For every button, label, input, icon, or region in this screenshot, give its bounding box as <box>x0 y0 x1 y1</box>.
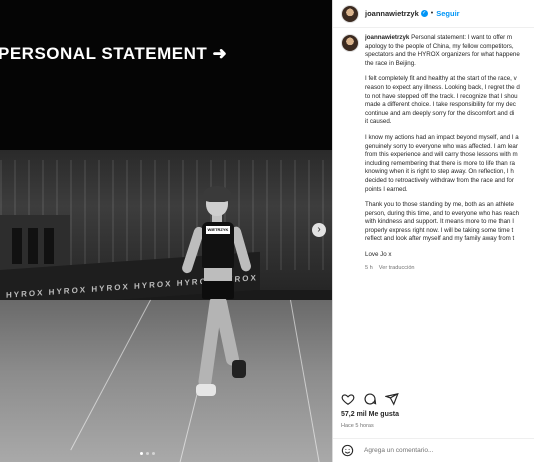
runner-figure: WIETRZYK <box>178 186 258 418</box>
comment-icon[interactable] <box>363 392 377 406</box>
verified-badge-icon: ✓ <box>420 10 428 17</box>
caption-paragraph: joannawietrzyk Personal statement: I wan… <box>365 34 534 68</box>
heart-icon[interactable] <box>341 392 355 406</box>
arena-ceiling <box>0 0 332 175</box>
carousel-dot <box>140 452 143 455</box>
caption-meta: 5 h Ver traducción <box>365 264 534 273</box>
caption-line: points I earned. <box>365 186 534 195</box>
caption-text-line: properly express right now. I will be ta… <box>365 226 514 234</box>
caption-text-line: Love Jo x <box>365 251 392 259</box>
caption-line: knowing when it is right to step away. O… <box>365 168 534 177</box>
caption-time[interactable]: 5 h <box>365 265 373 271</box>
post-actions <box>341 392 399 406</box>
caption-line: Love Jo x <box>365 251 534 260</box>
carousel-dot <box>146 452 149 455</box>
arena-door <box>12 228 22 264</box>
caption-text-line: spectators and the HYROX organizers for … <box>365 51 520 59</box>
caption-line: decided to retroactively withdraw from t… <box>365 177 534 186</box>
caption-text-line: I know my actions had an impact beyond m… <box>365 133 519 141</box>
caption-text: joannawietrzyk Personal statement: I wan… <box>365 34 534 272</box>
caption-line: properly express right now. I will be ta… <box>365 227 534 236</box>
caption-text-line: from this experience and will carry thos… <box>365 151 518 159</box>
chevron-right-icon: › <box>317 224 321 235</box>
share-icon[interactable] <box>385 392 399 406</box>
username-link[interactable]: joannawietrzyk <box>365 9 419 18</box>
caption-paragraph: I know my actions had an impact beyond m… <box>365 134 534 194</box>
track-surface <box>0 300 332 462</box>
caption-line: made a different choice. I take responsi… <box>365 101 534 110</box>
caption-paragraph: Love Jo x <box>365 251 534 260</box>
arena-door <box>28 228 38 264</box>
separator: • <box>430 10 434 17</box>
carousel-indicator <box>140 452 155 455</box>
like-count[interactable]: 57,2 mil Me gusta <box>341 411 399 418</box>
arena-door <box>44 228 54 264</box>
emoji-icon[interactable] <box>341 444 354 457</box>
runner-hair <box>203 186 231 202</box>
caption-text-line: to not have stepped off the track. I rec… <box>365 92 518 100</box>
caption-area[interactable]: joannawietrzyk Personal statement: I wan… <box>341 34 534 374</box>
follow-button[interactable]: Seguir <box>436 9 459 18</box>
runner-shoe <box>196 384 216 396</box>
post-timestamp[interactable]: Hace 5 horas <box>341 423 374 429</box>
caption-text-line: knowing when it is right to step away. O… <box>365 168 514 176</box>
caption-text-line: decided to retroactively withdraw from t… <box>365 176 514 184</box>
caption-text-line: reflect and look after myself and my fam… <box>365 235 515 243</box>
caption-text-line: Personal statement: I want to offer m <box>411 34 513 41</box>
post-media[interactable]: HYROX HYROX HYROX HYROX HYROX HYROX WIET… <box>0 0 332 462</box>
caption-text-line: genuinely sorry to everyone who was affe… <box>365 142 518 150</box>
caption-line: with kindness and support. It means more… <box>365 218 534 227</box>
caption-line: Thank you to those standing by me, both … <box>365 201 534 210</box>
caption-line: reason to expect any illness. Looking ba… <box>365 84 534 93</box>
caption-text-line: points I earned. <box>365 185 408 193</box>
caption-line: it caused. <box>365 118 534 127</box>
caption-line: joannawietrzyk Personal statement: I wan… <box>365 34 534 43</box>
caption-line: apology to the people of China, my fello… <box>365 43 534 52</box>
caption-line: reflect and look after myself and my fam… <box>365 235 534 244</box>
race-bib: WIETRZYK <box>206 226 230 234</box>
post-viewer: HYROX HYROX HYROX HYROX HYROX HYROX WIET… <box>0 0 534 462</box>
caption-text-line: person, during this time, and to everyon… <box>365 209 520 217</box>
caption-line: to not have stepped off the track. I rec… <box>365 93 534 102</box>
caption-text-line: made a different choice. I take responsi… <box>365 101 516 109</box>
caption-paragraph: Thank you to those standing by me, both … <box>365 201 534 244</box>
caption-text-line: apology to the people of China, my fello… <box>365 42 514 50</box>
post-details: joannawietrzyk ✓ • Seguir joannawietrzyk… <box>332 0 534 462</box>
caption-text-line: the race in Beijing. <box>365 59 416 67</box>
runner-shorts <box>202 281 234 299</box>
post-header: joannawietrzyk ✓ • Seguir <box>333 0 534 28</box>
statement-title: PERSONAL STATEMENT ➜ <box>0 44 228 63</box>
next-slide-button[interactable]: › <box>312 223 326 237</box>
comment-bar <box>333 438 534 462</box>
caption-text-line: continue and am deeply sorry for the dis… <box>365 109 515 117</box>
caption-line: I know my actions had an impact beyond m… <box>365 134 534 143</box>
caption-line: I felt completely fit and healthy at the… <box>365 75 534 84</box>
runner-shoe <box>232 360 246 378</box>
caption-line: spectators and the HYROX organizers for … <box>365 51 534 60</box>
avatar[interactable] <box>341 34 359 52</box>
caption-line: continue and am deeply sorry for the dis… <box>365 110 534 119</box>
caption-username-link[interactable]: joannawietrzyk <box>365 34 409 41</box>
caption-text-line: Thank you to those standing by me, both … <box>365 201 514 209</box>
caption-line: the race in Beijing. <box>365 60 534 69</box>
caption-paragraph: I felt completely fit and healthy at the… <box>365 75 534 127</box>
caption-line: genuinely sorry to everyone who was affe… <box>365 143 534 152</box>
caption-line: from this experience and will carry thos… <box>365 151 534 160</box>
caption-text-line: it caused. <box>365 118 392 126</box>
comment-input[interactable] <box>364 447 524 454</box>
caption-line: person, during this time, and to everyon… <box>365 210 534 219</box>
see-translation-link[interactable]: Ver traducción <box>379 265 415 271</box>
caption-text-line: I felt completely fit and healthy at the… <box>365 75 517 83</box>
runner-torso <box>204 268 232 282</box>
caption-text-line: with kindness and support. It means more… <box>365 218 514 226</box>
carousel-dot <box>152 452 155 455</box>
caption-text-line: including remembering that there is more… <box>365 159 515 167</box>
caption-row: joannawietrzyk Personal statement: I wan… <box>341 34 534 272</box>
caption-line: including remembering that there is more… <box>365 160 534 169</box>
avatar[interactable] <box>341 4 359 23</box>
caption-text-line: reason to expect any illness. Looking ba… <box>365 83 520 91</box>
